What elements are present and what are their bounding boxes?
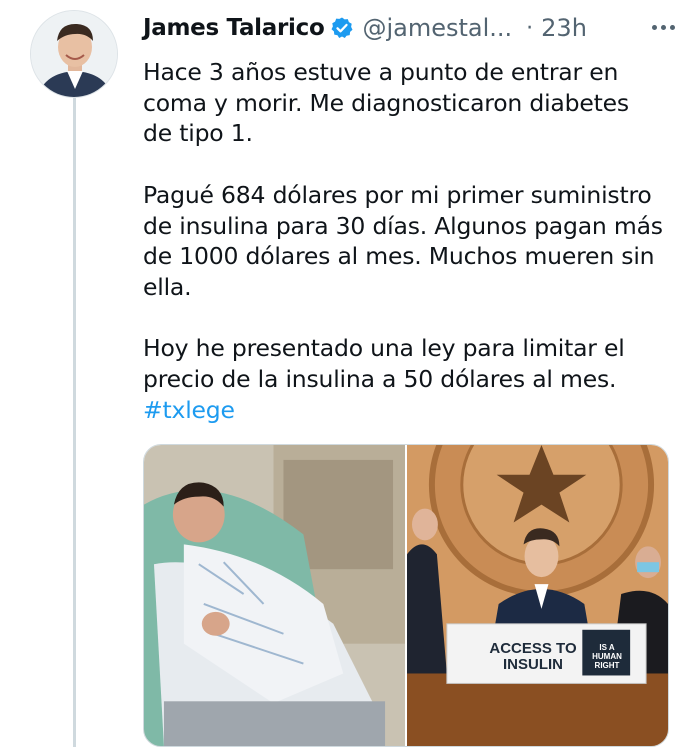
tweet-line: de insulina para 30 días. Algunos pagan …: [143, 211, 663, 240]
tweet-line: Hace 3 años estuve a punto de entrar en: [143, 58, 619, 86]
tweet-line: de tipo 1.: [143, 119, 253, 148]
more-options-icon[interactable]: [648, 12, 678, 42]
tweet-line: Hoy he presentado una ley para limitar e…: [143, 334, 625, 363]
tweet-line: ella.: [143, 272, 192, 301]
tweet-line: coma y morir. Me diagnosticaron diabetes: [143, 88, 629, 117]
tweet-line: Pagué 684 dólares por mi primer suminist…: [143, 180, 652, 209]
avatar[interactable]: [30, 10, 118, 98]
badge-line: RIGHT: [594, 661, 620, 670]
tweet-header: James Talarico @jamestal... · 23h: [143, 8, 688, 48]
tweet-line: precio de la insulina a 50 dólares al me…: [143, 365, 617, 393]
sign-line: ACCESS TO: [489, 640, 577, 657]
tweet-timestamp[interactable]: 23h: [541, 14, 587, 42]
author-display-name[interactable]: James Talarico: [143, 15, 325, 41]
avatar-image: [31, 11, 117, 97]
author-handle[interactable]: @jamestal...: [362, 14, 512, 42]
badge-line: IS A: [599, 643, 615, 652]
hashtag-link[interactable]: #txlege: [143, 396, 235, 424]
press-conference-photo-icon: [407, 445, 668, 746]
tweet-line: de 1000 dólares al mes. Muchos mueren si…: [143, 242, 655, 271]
separator-dot: ·: [526, 15, 534, 41]
tweet-body: Hace 3 años estuve a punto de entrar en …: [143, 57, 688, 425]
tweet-media-grid: ACCESS TO INSULIN IS A HUMAN RIGHT: [143, 444, 669, 747]
badge-line: HUMAN: [592, 652, 622, 661]
hospital-bed-photo-icon: [144, 445, 405, 746]
thread-connector-line: [73, 98, 76, 747]
sign-line: INSULIN: [503, 656, 563, 673]
human-right-badge: IS A HUMAN RIGHT: [583, 643, 631, 670]
access-to-insulin-sign: ACCESS TO INSULIN: [485, 641, 581, 673]
media-photo-press-conference[interactable]: ACCESS TO INSULIN IS A HUMAN RIGHT: [407, 445, 668, 746]
media-photo-hospital[interactable]: [144, 445, 405, 746]
verified-badge-icon: [330, 16, 354, 40]
